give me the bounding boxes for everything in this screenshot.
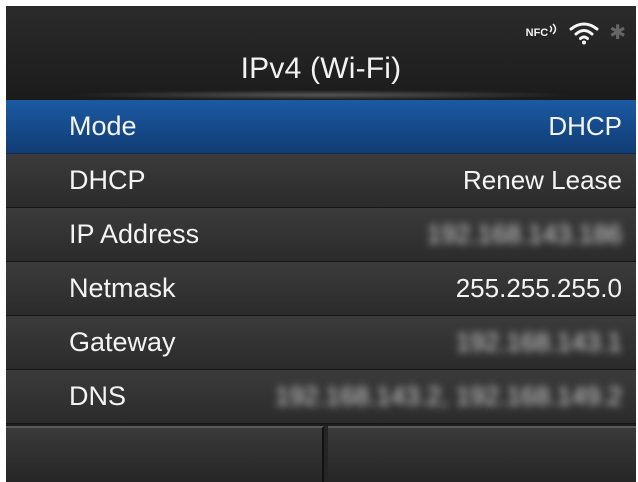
settings-list: Mode DHCP DHCP Renew Lease IP Address 19… [6, 100, 636, 424]
row-value-obscured: 192.168.143.186 [426, 219, 622, 249]
row-value: 255.255.255.0 [455, 273, 622, 303]
row-value: Renew Lease [463, 165, 622, 195]
settings-row-mode[interactable]: Mode DHCP [6, 100, 636, 154]
nfc-label: NFC [525, 27, 549, 39]
row-value-obscured: 192.168.143.2, 192.168.149.2 [275, 381, 622, 411]
header-bar: NFC ✱ IPv4 (Wi-Fi) [6, 6, 636, 100]
status-icons: NFC ✱ [526, 20, 626, 46]
softkey-bar [6, 426, 636, 482]
nfc-icon: NFC [525, 23, 560, 39]
row-value: DHCP [548, 111, 622, 141]
row-label: IP Address [69, 219, 200, 249]
row-label: Gateway [69, 327, 176, 357]
bluetooth-icon: ✱ [609, 22, 626, 44]
right-softkey-button[interactable] [328, 426, 636, 482]
row-value-obscured: 192.168.143.1 [455, 327, 622, 357]
title-glow [66, 90, 576, 100]
settings-row-netmask[interactable]: Netmask 255.255.255.0 [6, 262, 636, 316]
row-label: Netmask [69, 273, 176, 303]
screen-title: IPv4 (Wi-Fi) [240, 52, 402, 85]
left-softkey-button[interactable] [6, 426, 324, 482]
settings-row-ip-address[interactable]: IP Address 192.168.143.186 [6, 208, 636, 262]
printer-display: NFC ✱ IPv4 (Wi-Fi) Mode DHCP DHCP Renew … [6, 6, 636, 482]
settings-row-gateway[interactable]: Gateway 192.168.143.1 [6, 316, 636, 370]
row-label: DNS [69, 381, 127, 411]
row-label: DHCP [69, 165, 146, 195]
settings-row-dns[interactable]: DNS 192.168.143.2, 192.168.149.2 [6, 370, 636, 424]
nfc-waves-icon [549, 23, 557, 35]
settings-row-dhcp[interactable]: DHCP Renew Lease [6, 154, 636, 208]
wifi-icon [569, 22, 599, 45]
row-label: Mode [69, 111, 137, 141]
